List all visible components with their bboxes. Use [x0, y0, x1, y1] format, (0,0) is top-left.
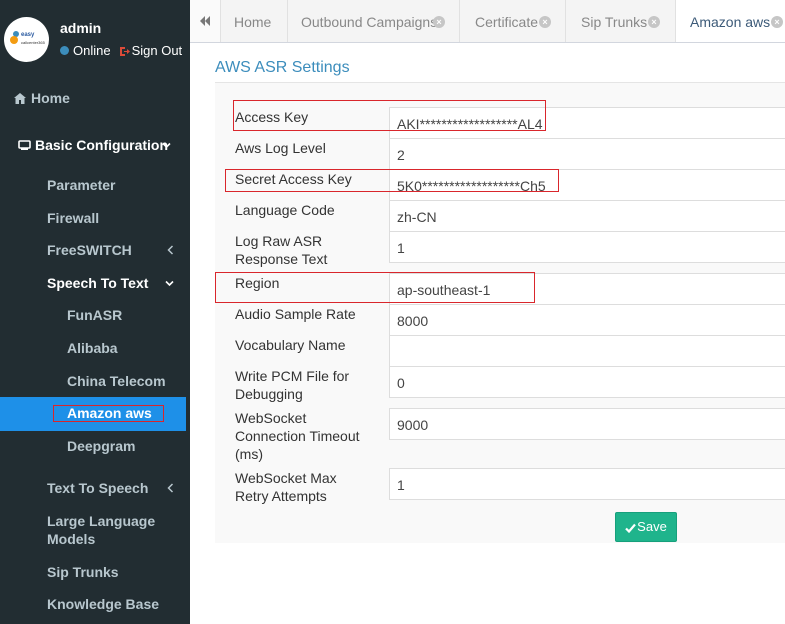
aws-log-level-label: Aws Log Level: [235, 140, 326, 156]
main-content: Home Outbound Campaigns × Certificate × …: [190, 0, 785, 624]
tab-label: Sip Trunks: [581, 14, 648, 30]
tab-bar: Home Outbound Campaigns × Certificate × …: [190, 0, 785, 43]
tab-outbound-campaigns[interactable]: Outbound Campaigns ×: [288, 0, 460, 42]
label-line: Retry Attempts: [235, 488, 327, 504]
write-pcm-field[interactable]: 0: [389, 366, 785, 398]
tab-label: Certificate: [475, 14, 539, 30]
sidebar-item-label: Basic Configuration: [35, 137, 169, 153]
chevron-down-icon: [162, 138, 171, 153]
tab-label: Amazon aws: [690, 14, 771, 30]
sidebar-item-home[interactable]: Home: [0, 90, 190, 110]
audio-sample-rate-label: Audio Sample Rate: [235, 306, 356, 322]
user-name: admin: [60, 20, 102, 36]
sidebar-item-label: Sip Trunks: [47, 564, 119, 580]
label-line: Connection Timeout: [235, 428, 360, 444]
sidebar-item-label: China Telecom: [67, 373, 166, 389]
sign-out-link[interactable]: Sign Out: [132, 43, 183, 58]
config-icon: [18, 138, 31, 154]
sidebar: easy callcenter365 admin Online Sign Out…: [0, 0, 190, 624]
save-button[interactable]: Save: [615, 512, 677, 542]
language-code-label: Language Code: [235, 202, 335, 218]
websocket-retry-label: WebSocket Max Retry Attempts: [235, 469, 337, 505]
sidebar-item-label: Alibaba: [67, 340, 118, 356]
online-dot-icon: [60, 46, 69, 55]
write-pcm-label: Write PCM File for Debugging: [235, 367, 349, 403]
online-status: Online: [73, 43, 111, 58]
tab-label: Outbound Campaigns: [301, 14, 438, 30]
websocket-retry-field[interactable]: 1: [389, 468, 785, 500]
sign-out-icon[interactable]: [119, 46, 130, 56]
double-chevron-left-icon: [200, 16, 210, 26]
sidebar-item-label: Firewall: [47, 210, 100, 226]
tab-close-icon[interactable]: ×: [771, 16, 783, 28]
user-panel: easy callcenter365 admin Online Sign Out: [0, 0, 190, 76]
highlight-box: [233, 100, 546, 131]
tab-sip-trunks[interactable]: Sip Trunks ×: [566, 0, 676, 42]
highlight-box: [225, 169, 559, 192]
label-line: Response Text: [235, 251, 328, 267]
tab-certificate[interactable]: Certificate ×: [460, 0, 566, 42]
label-line: (ms): [235, 446, 263, 462]
avatar: easy callcenter365: [4, 17, 49, 62]
sidebar-item-label: Deepgram: [67, 438, 136, 454]
tab-home[interactable]: Home: [221, 0, 288, 42]
chevron-left-icon: [167, 243, 174, 258]
label-line: Log Raw ASR: [235, 233, 323, 249]
sidebar-item-label: Home: [31, 90, 70, 106]
vocabulary-name-label: Vocabulary Name: [235, 337, 346, 353]
label-line: Debugging: [235, 386, 303, 402]
chevron-down-icon: [165, 276, 174, 291]
sidebar-item-basic-configuration[interactable]: Basic Configuration: [0, 137, 190, 157]
websocket-timeout-field[interactable]: 9000: [389, 408, 785, 440]
sidebar-item-label: Speech To Text: [47, 275, 149, 291]
tab-close-icon[interactable]: ×: [539, 16, 551, 28]
logo-subtext: callcenter365: [21, 40, 45, 45]
logo-text: easy: [21, 32, 35, 38]
aws-log-level-field[interactable]: 2: [389, 138, 785, 170]
log-raw-asr-field[interactable]: 1: [389, 231, 785, 263]
sidebar-item-label: FreeSWITCH: [47, 242, 132, 258]
audio-sample-rate-field[interactable]: 8000: [389, 304, 785, 336]
sidebar-item-label: Large Language: [47, 513, 156, 529]
log-raw-asr-label: Log Raw ASR Response Text: [235, 232, 327, 268]
highlight-box: [215, 272, 535, 303]
sidebar-item-label: Knowledge Base: [47, 596, 160, 612]
logo-dot-orange: [10, 36, 18, 44]
page-title: AWS ASR Settings: [215, 59, 350, 76]
tab-amazon-aws[interactable]: Amazon aws ×: [676, 0, 785, 42]
sidebar-item-label-line2: Models: [47, 531, 96, 547]
tab-close-icon[interactable]: ×: [433, 16, 445, 28]
language-code-field[interactable]: zh-CN: [389, 200, 785, 232]
user-status-row: Online Sign Out: [60, 43, 182, 58]
tab-label: Home: [234, 14, 272, 30]
check-icon: [625, 523, 637, 533]
label-line: Write PCM File for: [235, 368, 350, 384]
highlight-box: [53, 405, 164, 422]
tab-close-icon[interactable]: ×: [648, 16, 660, 28]
save-button-label: Save: [637, 519, 667, 534]
label-line: WebSocket: [235, 410, 307, 426]
label-line: WebSocket Max: [235, 470, 337, 486]
sidebar-item-label: Parameter: [47, 177, 116, 193]
tab-scroll-left-button[interactable]: [190, 0, 221, 42]
vocabulary-name-field[interactable]: [389, 335, 785, 367]
sidebar-item-label: Text To Speech: [47, 480, 149, 496]
home-icon: [14, 90, 26, 106]
chevron-left-icon: [167, 481, 174, 496]
sidebar-item-label: FunASR: [67, 307, 123, 323]
websocket-timeout-label: WebSocket Connection Timeout (ms): [235, 409, 360, 463]
